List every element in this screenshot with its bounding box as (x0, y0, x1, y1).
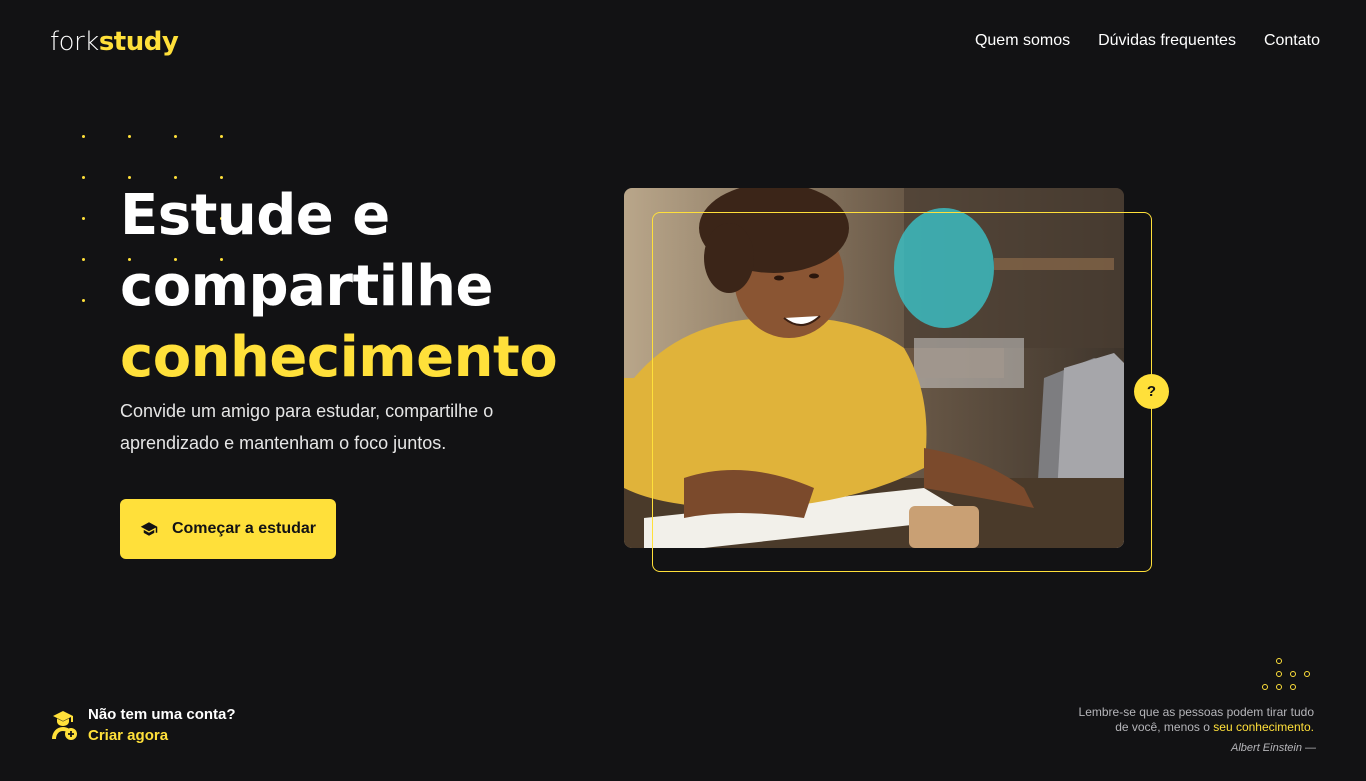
signup-question: Não tem uma conta? (88, 706, 236, 723)
nav-link-duvidas[interactable]: Dúvidas frequentes (1098, 31, 1236, 51)
logo-bold-text: study (98, 27, 179, 57)
create-account-link[interactable]: Criar agora (88, 725, 236, 746)
quote-author: Albert Einstein — (1231, 742, 1316, 754)
graduation-cap-icon (140, 520, 158, 538)
decorative-circle-dots (1258, 656, 1318, 696)
logo[interactable]: forkstudy (50, 27, 179, 57)
hero-title-line-2: compartilhe (120, 254, 494, 319)
hero-title: Estude e compartilhe conhecimento (120, 180, 558, 393)
hero-subtitle: Convide um amigo para estudar, compartil… (120, 401, 494, 453)
nav-link-quem-somos[interactable]: Quem somos (975, 31, 1070, 51)
einstein-quote: Lembre-se que as pessoas podem tirar tud… (1074, 705, 1314, 735)
quote-highlight: seu conhecimento. (1213, 720, 1314, 734)
nav-link-contato[interactable]: Contato (1264, 31, 1320, 51)
hero-title-line-1: Estude e (120, 183, 390, 248)
main-nav: Quem somos Dúvidas frequentes Contato (975, 31, 1320, 51)
help-button[interactable]: ? (1134, 374, 1169, 409)
logo-thin-text: fork (50, 27, 99, 57)
signup-prompt: Não tem uma conta? Criar agora (52, 704, 236, 746)
start-studying-label: Começar a estudar (171, 520, 317, 537)
student-add-icon (52, 710, 78, 740)
start-studying-button[interactable]: Começar a estudar (120, 499, 336, 559)
hero-photo-student (624, 188, 1124, 548)
hero-title-accent: conhecimento (120, 325, 558, 390)
